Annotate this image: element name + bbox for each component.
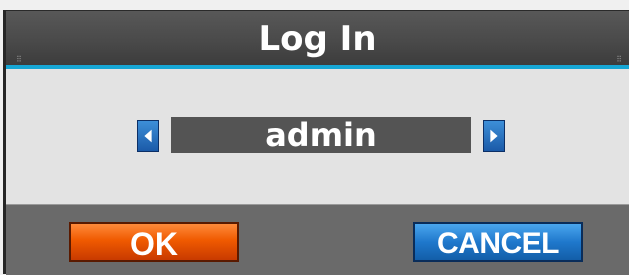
dialog-titlebar[interactable]: ⠿ ⠿ Log In xyxy=(6,11,629,69)
ok-button[interactable]: OK xyxy=(69,222,239,262)
login-dialog: ⠿ ⠿ Log In admin OK CANCEL xyxy=(3,10,629,275)
user-selector: admin xyxy=(137,117,505,153)
previous-user-button[interactable] xyxy=(137,120,159,152)
username-value: admin xyxy=(171,117,471,153)
dialog-footer: OK CANCEL xyxy=(6,205,629,275)
dialog-body: admin xyxy=(6,69,629,205)
arrow-right-icon xyxy=(490,129,498,143)
cancel-button[interactable]: CANCEL xyxy=(413,222,583,262)
arrow-left-icon xyxy=(144,129,152,143)
next-user-button[interactable] xyxy=(483,120,505,152)
dialog-title: Log In xyxy=(258,19,377,59)
